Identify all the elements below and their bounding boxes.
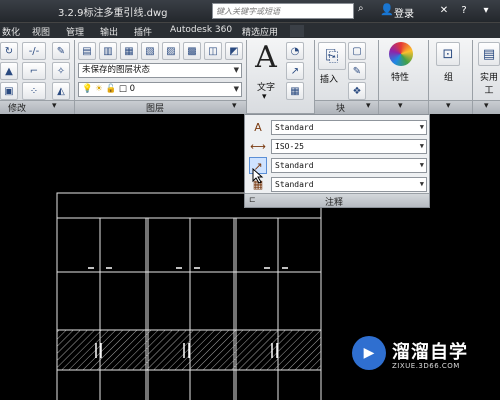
document-title: 3.2.9标注多重引线.dwg	[58, 8, 168, 19]
table-style-row: ▦ Standard ▼	[249, 176, 427, 193]
layer-state-icon[interactable]: ▥	[99, 42, 117, 60]
dimension-style-icon: ⟷	[250, 140, 266, 153]
table-style-value: Standard	[275, 180, 314, 189]
array-icon[interactable]: ⁘	[22, 82, 46, 100]
current-layer-value: 0	[129, 84, 136, 94]
table-style-dropdown[interactable]: Standard ▼	[271, 177, 427, 192]
annotation-panel-footer: ⊏ 注释	[245, 193, 429, 208]
properties-panel-footer[interactable]	[379, 100, 428, 114]
mleader-style-row: ↗ Standard ▼	[249, 157, 427, 174]
dimension-icon[interactable]: ◔	[286, 42, 304, 60]
mleader-style-value: Standard	[275, 161, 314, 170]
layer-lock-icon[interactable]: ▨	[162, 42, 180, 60]
edit-block-icon[interactable]: ✎	[348, 62, 366, 80]
lock-icon: 🔓	[105, 84, 117, 94]
modify-panel-label: 修改	[8, 104, 27, 114]
chevron-down-icon[interactable]: ▾	[478, 3, 494, 19]
measure-icon[interactable]: ▤	[478, 42, 500, 66]
watermark-logo-icon: ▶	[352, 336, 386, 370]
properties-button-label[interactable]: 特性	[391, 70, 409, 83]
chevron-down-icon: ▼	[419, 161, 424, 169]
layer-off-icon[interactable]: ▩	[183, 42, 201, 60]
rotate-icon[interactable]: ↻	[0, 42, 18, 60]
chevron-down-icon[interactable]: ▾	[52, 101, 57, 111]
exchange-icon[interactable]: ✕	[436, 3, 452, 19]
menu-item-output[interactable]: 输出	[100, 25, 118, 38]
menu-item-view[interactable]: 视图	[32, 25, 50, 38]
login-button[interactable]: 登录	[394, 5, 414, 20]
create-block-icon[interactable]: ▢	[348, 42, 366, 60]
table-icon[interactable]: ▦	[286, 82, 304, 100]
layers-panel-label: 图层	[146, 104, 165, 114]
menu-item-autodesk360[interactable]: Autodesk 360	[170, 25, 232, 35]
chevron-down-icon: ▼	[419, 180, 424, 188]
sun-icon: ☀	[95, 84, 103, 94]
trim-icon[interactable]: -/-	[22, 42, 46, 60]
chevron-down-icon: ▼	[233, 66, 239, 74]
menu-item-plugins[interactable]: 插件	[134, 25, 152, 38]
text-style-value: Standard	[275, 123, 314, 132]
layer-properties-icon[interactable]: ▤	[78, 42, 96, 60]
group-icon[interactable]: ⊡	[436, 42, 460, 66]
insert-button-label[interactable]: 插入	[320, 72, 338, 85]
chevron-down-icon[interactable]: ▾	[232, 101, 237, 111]
ribbon-toggle-icon[interactable]	[290, 25, 304, 37]
menu-item-manage[interactable]: 管理	[66, 25, 84, 38]
user-icon[interactable]: 👤	[380, 3, 394, 16]
utilities-button-label[interactable]: 实用工	[478, 70, 500, 96]
chevron-down-icon[interactable]: ▾	[446, 101, 451, 111]
mleader-style-dropdown[interactable]: Standard ▼	[271, 158, 427, 173]
layer-merge-icon[interactable]: ◩	[225, 42, 243, 60]
scale-icon[interactable]: ▣	[0, 82, 18, 100]
erase-icon[interactable]: ✎	[52, 42, 70, 60]
help-icon[interactable]: ?	[456, 3, 472, 19]
search-input[interactable]: 键入关键字或短语	[212, 3, 354, 19]
layer-state-dropdown[interactable]: 未保存的图层状态 ▼	[78, 63, 242, 78]
block-panel-label: 块	[336, 104, 346, 114]
chevron-down-icon: ▼	[419, 123, 424, 131]
pin-icon[interactable]: ⊏	[249, 195, 256, 204]
dim-style-value: ISO-25	[275, 142, 304, 151]
layer-state-value: 未保存的图层状态	[82, 65, 151, 75]
menu-item-modify[interactable]: 数化	[2, 25, 20, 38]
search-placeholder: 键入关键字或短语	[216, 7, 280, 16]
block-attributes-icon[interactable]: ❖	[348, 82, 366, 100]
layer-walk-icon[interactable]: ◫	[204, 42, 222, 60]
watermark-url: ZIXUE.3D66.COM	[392, 362, 460, 370]
chevron-down-icon: ▼	[419, 142, 424, 150]
insert-block-icon[interactable]: ⎘	[318, 42, 346, 70]
bulb-icon: 💡	[82, 84, 93, 94]
color-wheel-icon[interactable]	[389, 42, 413, 66]
fillet-icon[interactable]: ⌐	[22, 62, 46, 80]
cursor-icon	[252, 168, 264, 184]
text-style-row: A Standard ▼	[249, 119, 427, 136]
mirror-icon[interactable]: ▲	[0, 62, 18, 80]
title-bar: 3.2.9标注多重引线.dwg 键入关键字或短语 ⌕ 👤 登录 ✕ ? ▾	[0, 0, 500, 22]
group-button-label[interactable]: 组	[444, 70, 453, 83]
annotation-panel-label: 注释	[325, 198, 344, 208]
layer-freeze-icon[interactable]: ▧	[141, 42, 159, 60]
chevron-down-icon[interactable]: ▾	[484, 101, 489, 111]
chevron-down-icon[interactable]: ▾	[398, 101, 403, 111]
text-style-dropdown[interactable]: Standard ▼	[271, 120, 427, 135]
dim-style-dropdown[interactable]: ISO-25 ▼	[271, 139, 427, 154]
text-style-icon: A	[254, 121, 262, 134]
menu-bar: 数化 视图 管理 输出 插件 Autodesk 360 精选应用	[0, 22, 500, 38]
text-large-icon[interactable]: A	[252, 40, 280, 80]
offset-icon[interactable]: ◭	[52, 82, 70, 100]
menu-item-featured-apps[interactable]: 精选应用	[242, 25, 278, 38]
chevron-down-icon[interactable]: ▾	[366, 101, 371, 111]
leader-icon[interactable]: ↗	[286, 62, 304, 80]
chevron-down-icon[interactable]: ▾	[262, 92, 267, 102]
annotation-panel: A Standard ▼ ⟷ ISO-25 ▼ ↗ Standard ▼ ▦ S…	[244, 114, 430, 208]
explode-icon[interactable]: ✧	[52, 62, 70, 80]
dim-style-row: ⟷ ISO-25 ▼	[249, 138, 427, 155]
chevron-down-icon: ▼	[233, 85, 239, 93]
current-layer-dropdown[interactable]: 💡 ☀ 🔓 □ 0 ▼	[78, 82, 242, 97]
color-swatch-icon: □	[118, 84, 127, 94]
watermark-brand: 溜溜自学	[392, 342, 468, 363]
layer-isolate-icon[interactable]: ▦	[120, 42, 138, 60]
panel-divider	[246, 40, 247, 114]
binoculars-icon[interactable]: ⌕	[358, 3, 372, 17]
